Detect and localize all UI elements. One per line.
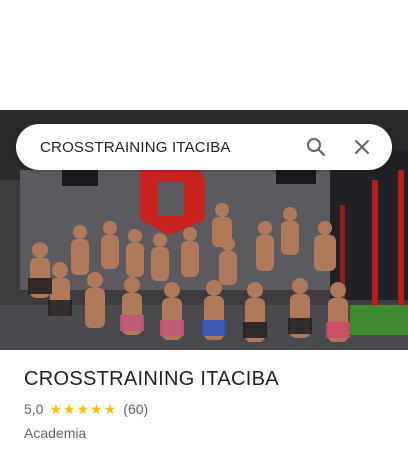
place-category: Academia [24, 425, 87, 441]
close-icon[interactable] [342, 127, 382, 167]
search-input[interactable]: CROSSTRAINING ITACIBA [40, 139, 296, 156]
star-rating: ★ ★ ★ ★ ★ [49, 402, 117, 416]
place-info: CROSSTRAINING ITACIBA 5,0 ★ ★ ★ ★ ★ (60)… [24, 368, 394, 441]
review-count[interactable]: (60) [123, 401, 148, 417]
rating-value: 5,0 [24, 401, 44, 417]
search-bar[interactable]: CROSSTRAINING ITACIBA [16, 124, 392, 170]
star-icon: ★ [63, 401, 76, 417]
star-icon: ★ [103, 401, 117, 417]
star-icon: ★ [90, 401, 103, 417]
place-title[interactable]: CROSSTRAINING ITACIBA [24, 368, 394, 391]
rating-row[interactable]: 5,0 ★ ★ ★ ★ ★ (60) [24, 401, 394, 417]
blank-header-area [0, 0, 408, 110]
search-icon[interactable] [296, 127, 336, 167]
star-icon: ★ [76, 401, 90, 417]
star-icon: ★ [49, 401, 63, 417]
